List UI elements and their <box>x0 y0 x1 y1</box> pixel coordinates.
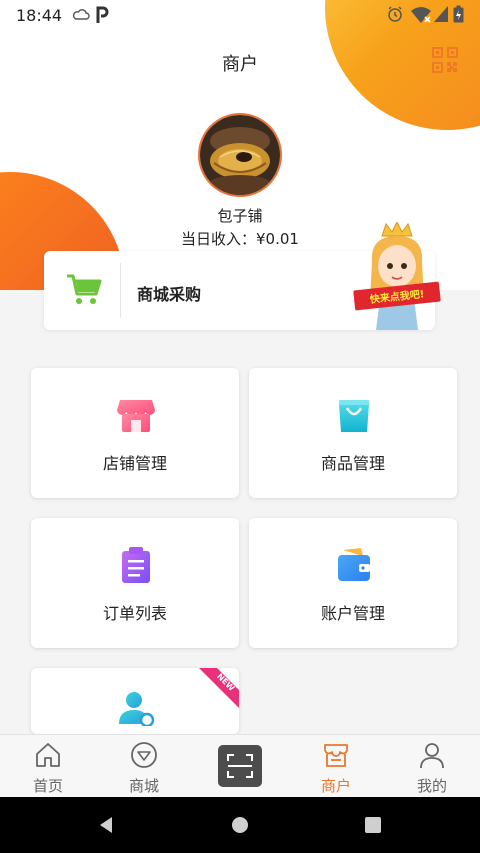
scan-icon <box>227 754 253 778</box>
profile-icon <box>420 743 444 769</box>
tile-product-management[interactable]: 商品管理 <box>249 368 457 498</box>
qr-code-icon[interactable] <box>432 47 458 73</box>
cloud-icon <box>72 9 90 20</box>
status-time: 18:44 <box>16 6 63 25</box>
scan-button[interactable] <box>218 745 262 787</box>
mascot-girl-icon[interactable]: 快来点我吧! <box>352 222 442 332</box>
user-settings-icon <box>119 692 155 726</box>
nav-label: 商城 <box>128 777 159 795</box>
shop-photo <box>200 115 280 195</box>
nav-item-home[interactable]: 首页 <box>0 735 96 798</box>
alarm-icon <box>388 6 402 22</box>
status-bar: 18:44 <box>0 0 480 30</box>
card-divider <box>120 263 121 318</box>
back-icon[interactable] <box>96 815 116 835</box>
mall-icon <box>131 742 157 768</box>
tile-store-management[interactable]: 店铺管理 <box>31 368 239 498</box>
nav-label: 商户 <box>320 777 351 795</box>
nav-item-me[interactable]: 我的 <box>384 735 480 798</box>
tile-label: 订单列表 <box>102 604 167 623</box>
tile-order-list[interactable]: 订单列表 <box>31 518 239 648</box>
nav-label: 首页 <box>32 777 63 795</box>
tile-label: 店铺管理 <box>102 454 167 473</box>
mall-purchase-label: 商城采购 <box>137 285 202 304</box>
store-icon <box>117 400 155 432</box>
page-title: 商户 <box>222 54 258 75</box>
nav-item-merchant[interactable]: 商户 <box>288 735 384 798</box>
system-nav-bar <box>0 797 480 853</box>
clipboard-icon <box>122 547 150 583</box>
recents-icon[interactable] <box>363 815 383 835</box>
bag-icon <box>339 400 369 432</box>
signal-icon <box>434 6 448 22</box>
wifi-icon <box>411 7 431 23</box>
wallet-icon <box>338 548 370 581</box>
shop-avatar[interactable] <box>198 113 282 197</box>
battery-icon <box>453 5 464 23</box>
tile-label: 商品管理 <box>320 454 385 473</box>
cart-icon <box>67 274 102 304</box>
tile-label: 账户管理 <box>320 604 385 623</box>
home-circle-icon[interactable] <box>230 815 250 835</box>
home-icon <box>36 743 60 767</box>
new-ribbon: NEW <box>199 668 239 708</box>
tile-user-settings[interactable]: NEW <box>31 668 239 734</box>
p-icon <box>96 6 109 23</box>
nav-label: 我的 <box>416 777 447 795</box>
nav-item-mall[interactable]: 商城 <box>96 735 192 798</box>
merchant-icon <box>324 744 348 767</box>
bottom-nav: 首页 商城 商户 我的 <box>0 734 480 798</box>
tile-account-management[interactable]: 账户管理 <box>249 518 457 648</box>
